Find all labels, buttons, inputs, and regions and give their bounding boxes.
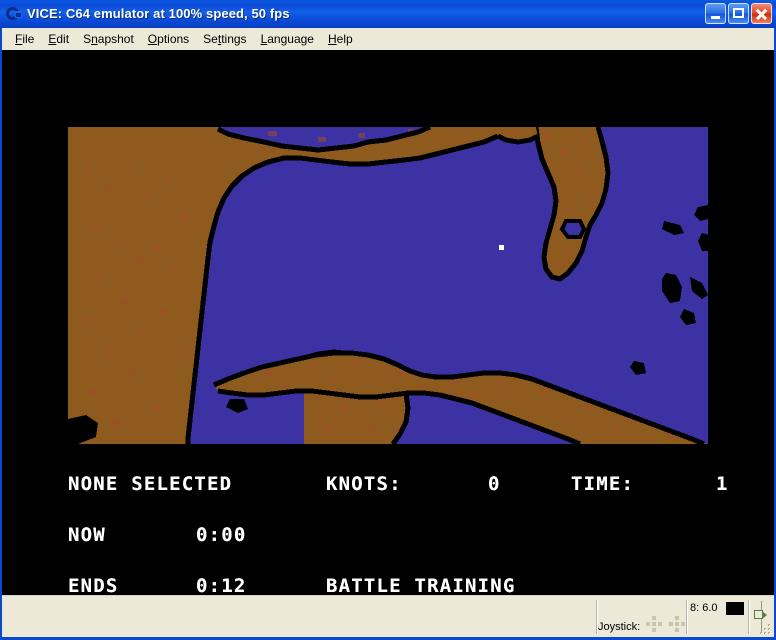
drive-status-panel[interactable]: 8: 6.0 bbox=[688, 597, 744, 637]
menu-language-post: anguage bbox=[267, 32, 314, 46]
drive-led-indicator bbox=[726, 602, 744, 615]
c64-video-output: NONE SELECTED KNOTS: 0 TIME: 1 NOW 0:00 … bbox=[2, 50, 774, 595]
menu-item-edit[interactable]: Edit bbox=[41, 30, 76, 48]
maximize-button[interactable] bbox=[728, 3, 749, 24]
hud-time-value: 1 bbox=[716, 473, 729, 495]
hud-ends-label: ENDS bbox=[68, 575, 119, 596]
menu-options-mnemonic: O bbox=[147, 32, 158, 46]
hud-row-2: NOW 0:00 bbox=[68, 524, 728, 546]
menu-item-settings[interactable]: Settings bbox=[196, 30, 253, 48]
menu-settings-pre: Se bbox=[203, 32, 218, 46]
hud-row-1: NONE SELECTED KNOTS: 0 TIME: 1 bbox=[68, 473, 729, 495]
menu-file-post: ile bbox=[22, 32, 35, 46]
hud-row-3: ENDS 0:12 BATTLE TRAINING bbox=[68, 575, 728, 596]
title-bar[interactable]: VICE: C64 emulator at 100% speed, 50 fps bbox=[0, 0, 776, 28]
vice-emulator-window: VICE: C64 emulator at 100% speed, 50 fps… bbox=[0, 0, 776, 640]
menu-snapshot-post: apshot bbox=[97, 32, 134, 46]
emulator-canvas[interactable]: NONE SELECTED KNOTS: 0 TIME: 1 NOW 0:00 … bbox=[2, 50, 774, 595]
tape-counter-marker-icon bbox=[754, 609, 767, 620]
hud-now-label: NOW bbox=[68, 524, 106, 546]
hud-mode: BATTLE TRAINING bbox=[326, 575, 516, 596]
menu-bar: File Edit Snapshot Options Settings Lang… bbox=[2, 28, 774, 50]
game-map bbox=[68, 127, 708, 444]
joystick-port-2-indicator bbox=[669, 616, 686, 632]
map-land-gulf-coast bbox=[496, 127, 540, 145]
menu-options-post: ptions bbox=[157, 32, 190, 46]
title-bar-left: VICE: C64 emulator at 100% speed, 50 fps bbox=[5, 4, 290, 24]
menu-help-post: elp bbox=[336, 32, 353, 46]
menu-snapshot-pre: S bbox=[83, 32, 92, 46]
joystick-port-1-indicator bbox=[646, 616, 663, 632]
menu-item-options[interactable]: Options bbox=[141, 30, 196, 48]
window-controls bbox=[705, 3, 772, 24]
hud-now-value: 0:00 bbox=[196, 524, 247, 546]
menu-settings-post: tings bbox=[221, 32, 247, 46]
hud-selection: NONE SELECTED bbox=[68, 473, 233, 495]
map-graphic bbox=[68, 127, 708, 444]
hud-ends-value: 0:12 bbox=[196, 575, 247, 596]
menu-snapshot-mnemonic: n bbox=[91, 32, 98, 46]
menu-help-mnemonic: H bbox=[327, 32, 337, 46]
game-hud: NONE SELECTED KNOTS: 0 TIME: 1 NOW 0:00 … bbox=[68, 442, 729, 596]
joystick-status-panel[interactable]: Joystick: bbox=[598, 597, 692, 637]
hud-time-label: TIME: bbox=[571, 473, 635, 495]
menu-item-snapshot[interactable]: Snapshot bbox=[76, 30, 141, 48]
status-bar: Joystick: 8: 6.0 bbox=[2, 595, 774, 637]
hud-knots-value: 0 bbox=[488, 473, 501, 495]
menu-item-file[interactable]: File bbox=[8, 30, 41, 48]
menu-item-language[interactable]: Language bbox=[254, 30, 321, 48]
vice-logo-icon bbox=[5, 6, 22, 23]
player-ship-marker bbox=[499, 245, 504, 250]
resize-grip-icon[interactable] bbox=[758, 622, 772, 636]
joystick-label: Joystick: bbox=[598, 621, 641, 633]
close-button[interactable] bbox=[751, 3, 772, 24]
minimize-button[interactable] bbox=[705, 3, 726, 24]
menu-edit-post: dit bbox=[56, 32, 70, 46]
window-title: VICE: C64 emulator at 100% speed, 50 fps bbox=[27, 6, 290, 21]
menu-item-help[interactable]: Help bbox=[321, 30, 360, 48]
hud-knots-label: KNOTS: bbox=[326, 473, 402, 495]
drive-status-text: 8: 6.0 bbox=[690, 602, 718, 614]
